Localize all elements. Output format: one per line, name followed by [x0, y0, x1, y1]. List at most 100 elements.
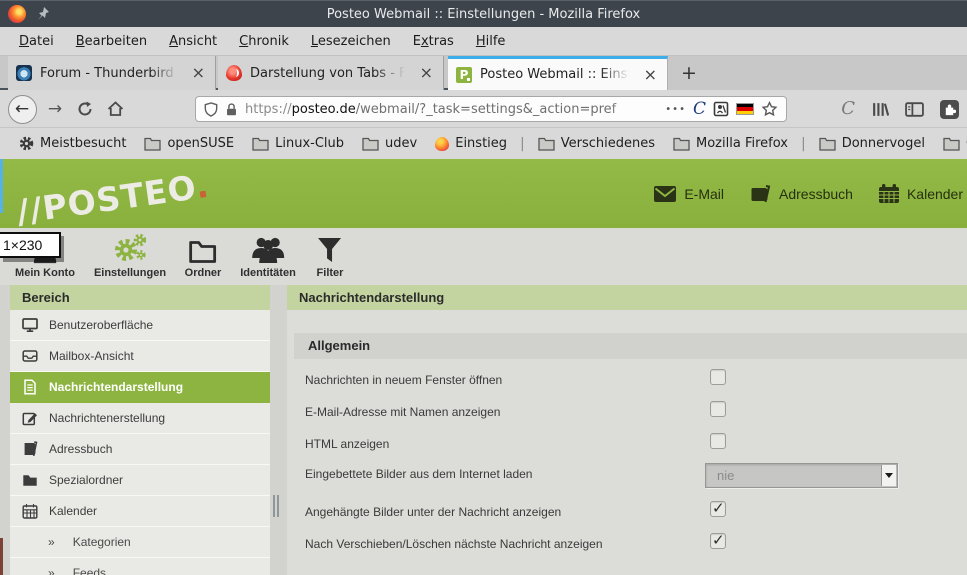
bookmark-opensuse[interactable]: openSUSE [135, 136, 243, 151]
select-arrow-button[interactable] [881, 465, 896, 486]
sidebar-item-nachrichtenerstellung[interactable]: Nachrichtenerstellung [10, 403, 270, 434]
bookmark-openoffice[interactable]: OpenOffice.i [934, 136, 967, 151]
setting-row: Nachrichten in neuem Fenster öffnen ✓ [305, 365, 967, 395]
tab-close-icon[interactable]: × [418, 65, 435, 81]
setting-label: E-Mail-Adresse mit Namen anzeigen [305, 405, 501, 419]
sub-marker: » [48, 535, 55, 549]
sidebar-item-adressbuch[interactable]: Adressbuch [10, 434, 270, 465]
bookmark-einstieg[interactable]: Einstieg [426, 136, 516, 151]
sidebar-item-nachrichtendarstellung[interactable]: Nachrichtendarstellung [10, 372, 270, 403]
checkbox-html-anzeigen[interactable]: ✓ [710, 433, 726, 449]
sidebar-item-benutzeroberflaeche[interactable]: Benutzeroberfläche [10, 310, 270, 341]
tab-posteo-webmail[interactable]: P Posteo Webmail :: Einste × [448, 56, 668, 90]
menu-hilfe[interactable]: Hilfe [465, 27, 517, 56]
tab-close-icon[interactable]: × [190, 65, 207, 81]
window-edge-highlight [0, 159, 3, 213]
url-bar[interactable]: https://posteo.de/webmail/?_task=setting… [195, 96, 787, 122]
home-icon [107, 101, 123, 116]
menu-datei[interactable]: Datei [8, 27, 65, 56]
menu-bearbeiten[interactable]: Bearbeiten [65, 27, 158, 56]
checkbox-angehaengte-bilder[interactable]: ✓ [710, 499, 726, 517]
canvasblocker-icon[interactable]: C [693, 100, 706, 118]
setting-row: Eingebettete Bilder aus dem Internet lad… [305, 459, 967, 489]
setting-row: E-Mail-Adresse mit Namen anzeigen ✓ [305, 397, 967, 427]
back-icon: ← [7, 94, 37, 124]
overflow-icon[interactable]: ••• [665, 104, 686, 115]
nav-email[interactable]: E-Mail [654, 185, 724, 202]
firefox-window: Posteo Webmail :: Einstellungen - Mozill… [0, 0, 967, 575]
mailbox-icon [22, 350, 38, 362]
sidebar-item-kategorien[interactable]: » Kategorien [10, 527, 270, 558]
folder-icon [144, 137, 162, 151]
sidebar-item-mailbox-ansicht[interactable]: Mailbox-Ansicht [10, 341, 270, 372]
section-title: Allgemein [294, 333, 967, 359]
new-tab-button[interactable]: + [676, 60, 702, 86]
posteo-header: //POSTEO. E-Mail Adressbuch Kalender [0, 159, 967, 231]
toolbar-einstellungen[interactable]: Einstellungen [94, 232, 166, 279]
bookmarks-bar: Meistbesucht openSUSE Linux-Club udev Ei… [0, 128, 967, 159]
tab-thunderbird-forum[interactable]: Forum - Thunderbird Mail × [8, 56, 216, 90]
gear-icon [19, 136, 34, 151]
canvasblocker-toolbar-icon[interactable]: C [841, 100, 855, 118]
setting-label: HTML anzeigen [305, 437, 390, 451]
checkbox-neues-fenster[interactable]: ✓ [710, 369, 726, 385]
forward-button[interactable]: → [42, 90, 68, 128]
compose-icon [22, 412, 37, 426]
tab-title: Darstellung von Tabs - Fir [250, 65, 410, 81]
calendar-icon [22, 504, 38, 519]
flame-icon [435, 136, 450, 151]
tab-darstellung-von-tabs[interactable]: Darstellung von Tabs - Fir × [218, 56, 444, 90]
bookmark-udev[interactable]: udev [353, 136, 426, 151]
nav-kalender[interactable]: Kalender [878, 184, 963, 203]
panel-splitter-handle[interactable] [273, 495, 281, 517]
reload-icon [78, 101, 92, 116]
shield-icon [204, 101, 218, 117]
tab-close-icon[interactable]: × [642, 66, 659, 83]
checkbox-adresse-mit-namen[interactable]: ✓ [710, 401, 726, 417]
bookmark-meistbesucht[interactable]: Meistbesucht [10, 136, 135, 151]
sidebar-item-feeds[interactable]: » Feeds [10, 558, 270, 575]
url-text: https://posteo.de/webmail/?_task=setting… [245, 101, 617, 117]
german-flag-icon[interactable] [736, 103, 754, 115]
toolbar-filter[interactable]: Filter [317, 232, 343, 279]
back-button[interactable]: ← [5, 90, 39, 128]
folder-icon [673, 137, 690, 151]
bookmark-verschiedenes[interactable]: Verschiedenes [529, 136, 664, 151]
folder-icon [819, 137, 836, 151]
setting-label: Angehängte Bilder unter der Nachricht an… [305, 505, 562, 519]
funnel-icon [318, 238, 342, 262]
bookmark-star-icon[interactable] [761, 101, 778, 117]
bookmark-linux-club[interactable]: Linux-Club [243, 136, 353, 151]
sidebar-item-kalender[interactable]: Kalender [10, 496, 270, 527]
settings-toolbar: Mein Konto Einstellungen Ordner Identitä… [0, 228, 967, 285]
toolbar-identitaeten[interactable]: Identitäten [240, 232, 296, 279]
nav-adressbuch[interactable]: Adressbuch [750, 184, 853, 203]
book-icon [24, 441, 38, 457]
thunderbird-favicon-icon [16, 65, 32, 81]
addon-icon[interactable] [713, 101, 729, 117]
home-button[interactable] [102, 90, 128, 128]
sidebar-item-spezialordner[interactable]: Spezialordner [10, 465, 270, 496]
library-icon[interactable] [871, 101, 889, 118]
folder-icon [189, 241, 217, 263]
folder-icon [252, 137, 269, 151]
toolbar-ordner[interactable]: Ordner [185, 232, 221, 279]
folder-icon [362, 137, 379, 151]
menu-lesezeichen[interactable]: Lesezeichen [300, 27, 402, 56]
folder-icon [23, 475, 37, 486]
extension-puzzle-icon[interactable] [940, 99, 959, 119]
setting-row: Angehängte Bilder unter der Nachricht an… [305, 497, 967, 527]
tab-bar: Forum - Thunderbird Mail × Darstellung v… [0, 56, 967, 90]
bookmark-donnervogel[interactable]: Donnervogel [810, 136, 934, 151]
menu-ansicht[interactable]: Ansicht [158, 27, 228, 56]
sidebar-toggle-icon[interactable] [905, 101, 924, 118]
menu-chronik[interactable]: Chronik [228, 27, 300, 56]
monitor-icon [22, 318, 38, 333]
allgemein-fieldset: Allgemein Nachrichten in neuem Fenster ö… [294, 333, 967, 575]
checkbox-naechste-nachricht[interactable]: ✓ [710, 531, 726, 549]
calendar-icon [878, 184, 899, 203]
embedded-images-select[interactable]: nie [705, 463, 898, 488]
bookmark-mozilla-firefox[interactable]: Mozilla Firefox [664, 136, 797, 151]
reload-button[interactable] [72, 90, 98, 128]
menu-extras[interactable]: Extras [402, 27, 465, 56]
